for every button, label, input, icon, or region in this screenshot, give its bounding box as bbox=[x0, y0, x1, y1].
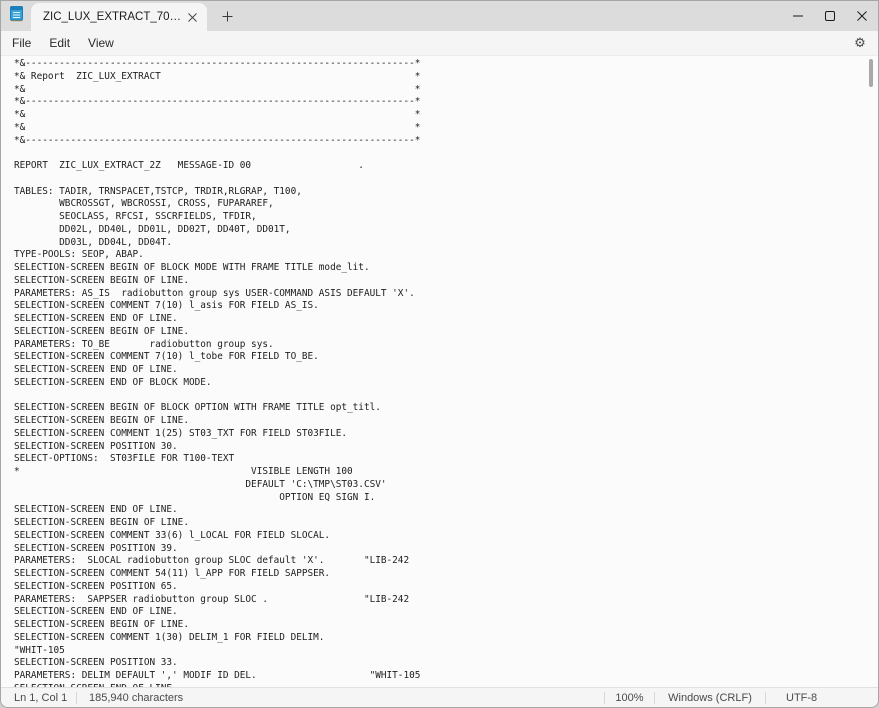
cursor-position: Ln 1, Col 1 bbox=[1, 692, 76, 704]
close-icon bbox=[857, 11, 867, 21]
zoom-level: 100% bbox=[605, 692, 654, 704]
new-tab-button[interactable] bbox=[215, 4, 239, 28]
statusbar-right: 100% Windows (CRLF) UTF-8 bbox=[604, 688, 878, 707]
editor-area[interactable]: *&--------------------------------------… bbox=[1, 55, 878, 687]
statusbar: Ln 1, Col 1 185,940 characters 100% Wind… bbox=[1, 687, 878, 707]
scrollbar-thumb[interactable] bbox=[869, 59, 873, 87]
minimize-button[interactable] bbox=[782, 1, 814, 31]
document-tab[interactable]: ZIC_LUX_EXTRACT_700.txt bbox=[31, 3, 207, 31]
menubar: File Edit View ⚙ bbox=[1, 31, 878, 55]
titlebar: ZIC_LUX_EXTRACT_700.txt bbox=[1, 1, 878, 31]
close-button[interactable] bbox=[846, 1, 878, 31]
menu-edit[interactable]: Edit bbox=[40, 34, 79, 52]
tab-close-icon[interactable] bbox=[183, 8, 201, 26]
line-ending-indicator: Windows (CRLF) bbox=[655, 692, 765, 704]
encoding-indicator: UTF-8 bbox=[766, 692, 878, 704]
maximize-button[interactable] bbox=[814, 1, 846, 31]
gear-icon[interactable]: ⚙ bbox=[848, 32, 872, 54]
titlebar-drag-region bbox=[239, 1, 782, 31]
notepad-window: ZIC_LUX_EXTRACT_700.txt bbox=[0, 0, 879, 708]
menu-file[interactable]: File bbox=[3, 34, 40, 52]
tab-title: ZIC_LUX_EXTRACT_700.txt bbox=[43, 11, 183, 23]
vertical-scrollbar[interactable] bbox=[864, 56, 878, 687]
minimize-icon bbox=[793, 11, 803, 21]
maximize-icon bbox=[825, 11, 835, 21]
character-count: 185,940 characters bbox=[77, 692, 195, 704]
notepad-app-icon bbox=[10, 6, 23, 27]
app-icon-wrap bbox=[1, 1, 31, 31]
document-text[interactable]: *&--------------------------------------… bbox=[1, 56, 878, 687]
menu-view[interactable]: View bbox=[79, 34, 123, 52]
window-controls bbox=[782, 1, 878, 31]
